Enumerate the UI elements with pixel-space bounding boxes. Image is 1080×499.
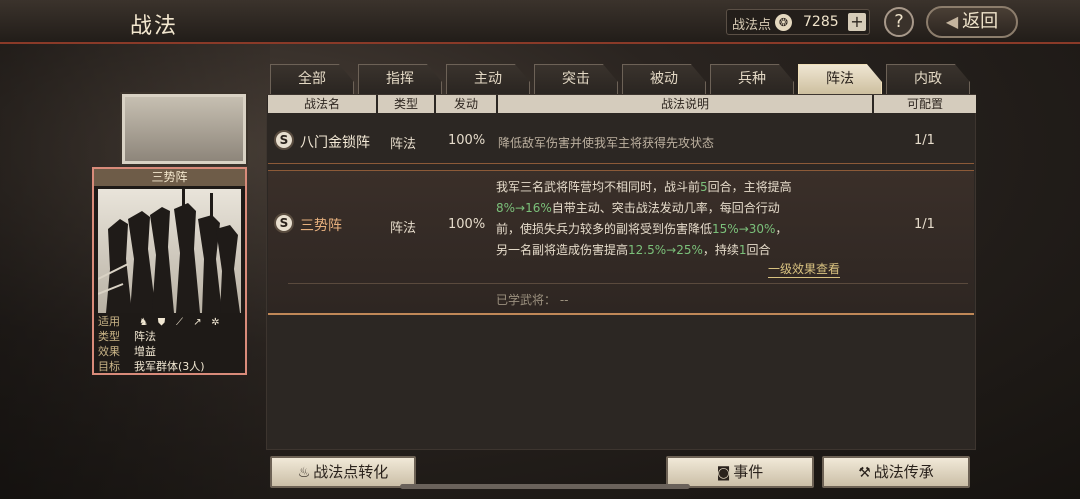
card-effect-label: 效果 [98, 345, 120, 358]
tactic-config: 1/1 [914, 217, 935, 232]
level-one-effect-link[interactable]: 一级效果查看 [768, 260, 841, 278]
rank-s-badge: S [274, 213, 294, 233]
tab-active[interactable]: 主动 [446, 64, 530, 94]
card-target-value: 我军群体(3人) [134, 360, 205, 373]
row-divider [288, 283, 968, 284]
tactic-config: 1/1 [914, 133, 935, 148]
cavalry-icon: ♞ [139, 317, 148, 328]
card-apply-label: 适用 [98, 315, 120, 328]
card-effect-row: 效果 增益 [98, 345, 156, 359]
rank-s-badge: S [274, 130, 294, 150]
scrollbar[interactable] [400, 484, 690, 489]
tactic-rate: 100% [448, 217, 486, 232]
tactic-card: 三势阵 适用 ♞ ⛊ ⟋ ↗ ✲ 类型 阵法 效果 增益 目标 我军群体(3人) [92, 167, 247, 375]
page-title: 战法 [130, 14, 179, 39]
card-target-label: 目标 [98, 360, 120, 373]
card-title: 三势阵 [94, 169, 245, 186]
wheel-icon: ✲ [211, 317, 220, 328]
bow-icon: ⟋ [176, 317, 183, 328]
card-back-decoration [120, 92, 248, 166]
tactic-points-box: 战法点 ❂ 7285 + [726, 9, 870, 35]
tab-formation[interactable]: 阵法 [798, 64, 882, 94]
tab-passive[interactable]: 被动 [622, 64, 706, 94]
tactic-rate: 100% [448, 133, 486, 148]
tactic-name: 八门金锁阵 [300, 135, 370, 151]
tab-command[interactable]: 指挥 [358, 64, 442, 94]
back-button-label: 返回 [962, 11, 999, 32]
tab-all[interactable]: 全部 [270, 64, 354, 94]
tactic-name: 三势阵 [300, 218, 342, 234]
tactic-desc-detailed: 我军三名武将阵营均不相同时，战斗前5回合，主将提高 8%→16%自带主动、突击战… [496, 177, 876, 261]
col-rate: 发动 [436, 95, 496, 113]
card-type-value: 阵法 [134, 330, 156, 343]
col-name: 战法名 [268, 95, 376, 113]
col-desc: 战法说明 [498, 95, 872, 113]
desc-line-4: 另一名副将造成伤害提高12.5%→25%，持续1回合 [496, 243, 771, 257]
card-illustration [98, 189, 241, 313]
shield-icon: ⛊ [157, 317, 166, 328]
card-type-label: 类型 [98, 330, 120, 343]
col-config: 可配置 [874, 95, 976, 113]
add-points-button[interactable]: + [848, 13, 866, 31]
tab-troop[interactable]: 兵种 [710, 64, 794, 94]
card-effect-value: 增益 [134, 345, 156, 358]
tab-internal[interactable]: 内政 [886, 64, 970, 94]
desc-line-2: 8%→16%自带主动、突击战法发动几率，每回合行动 [496, 201, 780, 215]
flame-icon: ♨ [297, 465, 311, 481]
spear-icon: ↗ [193, 317, 202, 328]
table-row-selected[interactable]: S 三势阵 阵法 100% 我军三名武将阵营均不相同时，战斗前5回合，主将提高 … [268, 170, 974, 315]
tactic-points-icon: ❂ [775, 14, 792, 31]
desc-line-3: 前，使损失兵力较多的副将受到伤害降低15%→30%， [496, 222, 788, 236]
card-type-row: 类型 阵法 [98, 330, 156, 344]
learned-generals: 已学武将： -- [496, 293, 569, 307]
help-button[interactable]: ? [884, 7, 914, 37]
desc-line-1: 我军三名武将阵营均不相同时，战斗前5回合，主将提高 [496, 180, 792, 194]
tab-assault[interactable]: 突击 [534, 64, 618, 94]
unit-type-icons: ♞ ⛊ ⟋ ↗ ✲ [138, 315, 228, 330]
tactic-points-value: 7285 [803, 14, 839, 30]
tactic-desc: 降低敌军伤害并使我军主将获得先攻状态 [498, 136, 715, 150]
soldiers-silhouette-icon [98, 189, 240, 313]
col-type: 类型 [378, 95, 434, 113]
event-icon: ◙ [716, 465, 731, 481]
card-apply-row: 适用 ♞ ⛊ ⟋ ↗ ✲ [98, 315, 228, 329]
tactic-points-label: 战法点 [732, 18, 772, 33]
table-row[interactable]: S 八门金锁阵 阵法 100% 降低敌军伤害并使我军主将获得先攻状态 1/1 [268, 120, 974, 164]
tactic-type: 阵法 [390, 221, 417, 236]
back-button[interactable]: ◀ 返回 [926, 6, 1018, 38]
back-arrow-icon: ◀ [945, 12, 959, 31]
card-target-row: 目标 我军群体(3人) [98, 360, 205, 374]
hammer-icon: ⚒ [858, 465, 871, 481]
convert-points-button[interactable]: ♨ 战法点转化 [270, 456, 416, 488]
inherit-tactic-button[interactable]: ⚒ 战法传承 [822, 456, 970, 488]
top-bar: 战法 战法点 ❂ 7285 + ? ◀ 返回 [0, 0, 1080, 44]
tactic-type: 阵法 [390, 137, 417, 152]
